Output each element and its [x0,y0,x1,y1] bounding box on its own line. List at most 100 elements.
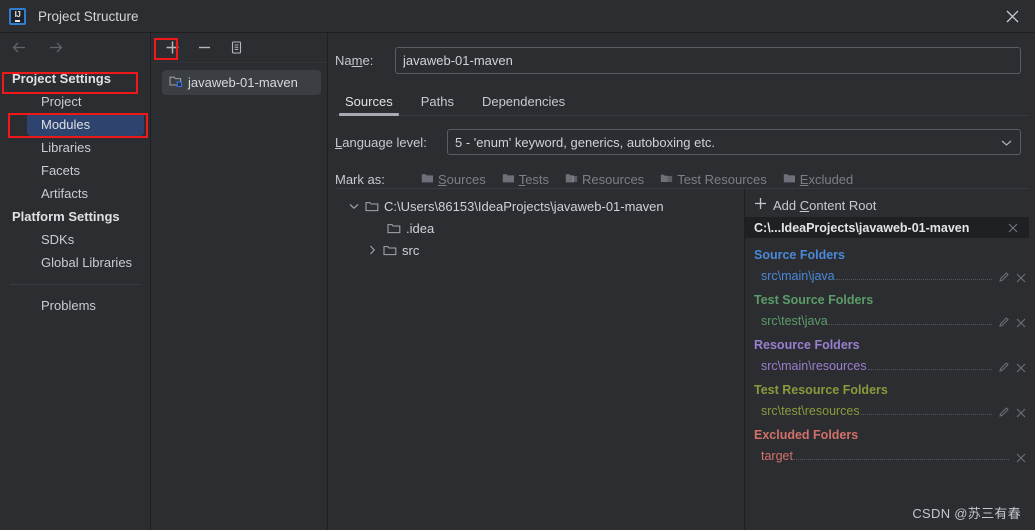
folder-path: src\test\java [761,314,828,328]
language-level-row: Language level: 5 - 'enum' keyword, gene… [335,128,1021,156]
folder-icon [387,222,401,235]
arrow-left-icon[interactable] [11,40,28,57]
mark-as-sources-button[interactable]: Sources [413,170,494,189]
pencil-icon[interactable] [995,361,1012,373]
sidebar-item-project[interactable]: Project [0,90,150,113]
plus-icon [754,197,767,213]
modules-toolbar [152,33,327,63]
modules-pane: javaweb-01-maven [152,33,328,530]
close-icon[interactable] [989,0,1035,32]
mark-as-test-resources-label: Test Resources [677,171,767,187]
module-list: javaweb-01-maven [152,63,327,95]
title-bar: IJ Project Structure [0,0,1035,33]
sidebar-item-modules[interactable]: Modules [27,113,144,136]
mark-as-label: Mark as: [335,171,385,187]
folder-tree: C:\Users\86153\IdeaProjects\javaweb-01-m… [335,189,745,530]
group-excluded-folders: Excluded Folders target [745,427,1029,463]
tab-sources[interactable]: Sources [335,91,403,116]
remove-module-button[interactable] [192,37,216,59]
group-test-resource-folders: Test Resource Folders src\test\resources [745,382,1029,418]
tab-paths[interactable]: Paths [411,91,464,115]
folder-row[interactable]: src\test\java [754,309,1029,328]
content-root-header: C:\...IdeaProjects\javaweb-01-maven [745,217,1029,238]
group-title: Test Source Folders [754,293,874,307]
folder-sources-icon [421,172,434,187]
chevron-down-icon[interactable] [343,203,365,210]
mark-as-resources-label: Resources [582,171,645,187]
pencil-icon[interactable] [995,406,1012,418]
sidebar-group-project-settings: Project Settings [12,71,111,86]
pencil-icon[interactable] [995,316,1012,328]
language-level-value: 5 - 'enum' keyword, generics, autoboxing… [455,134,716,150]
mark-as-excluded-button[interactable]: Excluded [775,170,861,189]
close-icon[interactable] [1004,223,1021,233]
close-icon[interactable] [1012,363,1029,373]
mark-as-excluded-label: Excluded [799,171,854,187]
arrow-right-icon[interactable] [47,40,64,57]
name-label: Name: [335,52,374,68]
folder-resources-icon [565,172,578,187]
group-title: Test Resource Folders [754,383,888,397]
add-content-root-button[interactable]: Add Content Root [745,193,1029,217]
sources-panes: C:\Users\86153\IdeaProjects\javaweb-01-m… [335,188,1029,530]
mark-as-tests-label: Tests [518,171,550,187]
dotted-leader [793,459,1009,460]
tree-node-src[interactable]: src [335,239,744,261]
tree-node-content-root[interactable]: C:\Users\86153\IdeaProjects\javaweb-01-m… [335,195,744,217]
name-input[interactable] [395,46,1021,74]
chevron-down-icon [1001,135,1012,150]
tree-node-label: C:\Users\86153\IdeaProjects\javaweb-01-m… [384,198,664,214]
content-root-panel: Add Content Root C:\...IdeaProjects\java… [745,189,1029,530]
folder-path: src\main\resources [761,359,867,373]
language-level-label: Language level: [335,134,427,150]
dotted-leader [860,414,992,415]
close-icon[interactable] [1012,453,1029,463]
sidebar-item-sdks[interactable]: SDKs [0,228,150,251]
group-test-source-folders: Test Source Folders src\test\java [745,292,1029,328]
intellij-idea-logo-icon: IJ [9,7,26,25]
sidebar-navigation [0,33,150,63]
folder-row[interactable]: target [754,444,1029,463]
sidebar-divider [10,284,140,285]
window-title: Project Structure [38,8,139,24]
sidebar-item-artifacts[interactable]: Artifacts [0,182,150,205]
detail-tabs: Sources Paths Dependencies [335,88,1029,116]
mark-as-test-resources-button[interactable]: Test Resources [652,170,775,189]
tree-node-label: .idea [406,220,435,236]
close-icon[interactable] [1012,273,1029,283]
module-item-javaweb-01-maven[interactable]: javaweb-01-maven [162,70,321,95]
mark-as-tests-button[interactable]: Tests [494,170,557,189]
group-title: Resource Folders [754,338,860,352]
tree-node-idea[interactable]: .idea [335,217,744,239]
dotted-leader [828,324,992,325]
folder-row[interactable]: src\test\resources [754,399,1029,418]
copy-icon[interactable] [224,37,248,59]
sidebar-item-facets[interactable]: Facets [0,159,150,182]
tab-dependencies[interactable]: Dependencies [472,91,575,115]
add-module-button[interactable] [160,37,184,59]
pencil-icon[interactable] [995,271,1012,283]
folder-path: src\main\java [761,269,835,283]
folder-icon [365,200,379,213]
name-row: Name: [335,45,1021,75]
chevron-right-icon[interactable] [361,245,383,255]
folder-row[interactable]: src\main\java [754,264,1029,283]
sidebar-item-global-libraries[interactable]: Global Libraries [0,251,150,274]
close-icon[interactable] [1012,408,1029,418]
folder-icon [383,244,397,257]
group-title: Source Folders [754,248,845,262]
sidebar-item-problems[interactable]: Problems [0,294,150,317]
project-structure-dialog: IJ Project Structure Project Settings Pr… [0,0,1035,530]
mark-as-resources-button[interactable]: Resources [557,170,652,189]
add-content-root-label: Add Content Root [773,197,877,213]
folder-row[interactable]: src\main\resources [754,354,1029,373]
mark-as-sources-label: Sources [438,171,486,187]
dotted-leader [867,369,992,370]
group-title: Excluded Folders [754,428,859,442]
module-item-label: javaweb-01-maven [188,75,298,90]
folder-path: target [761,449,793,463]
language-level-select[interactable]: 5 - 'enum' keyword, generics, autoboxing… [447,129,1021,155]
sidebar-item-libraries[interactable]: Libraries [0,136,150,159]
close-icon[interactable] [1012,318,1029,328]
watermark: CSDN @苏三有春 [912,506,1021,521]
